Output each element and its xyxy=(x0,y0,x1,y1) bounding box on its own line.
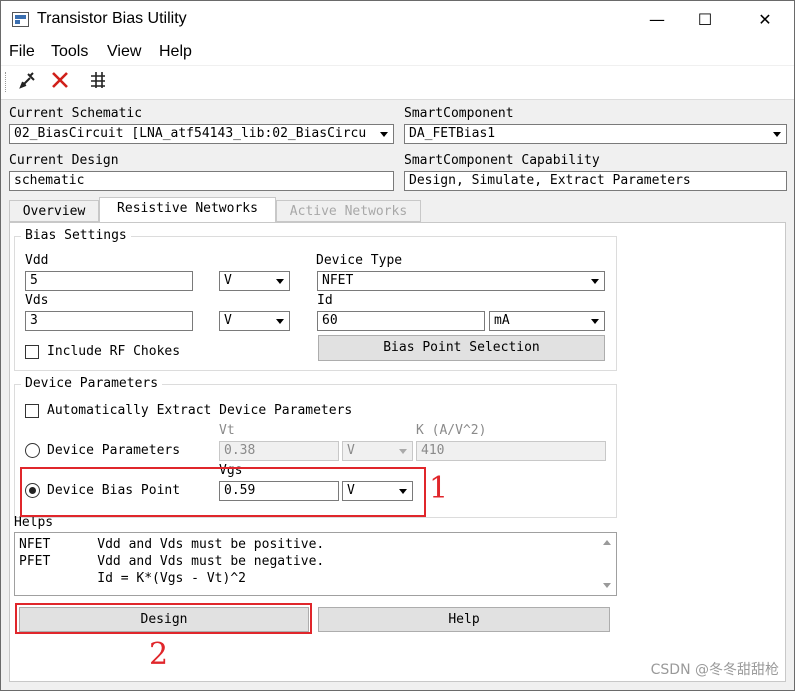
scroll-up-icon[interactable] xyxy=(603,540,611,545)
app-icon xyxy=(12,12,29,27)
help-line: Id = K*(Vgs - Vt)^2 xyxy=(19,571,246,586)
annotation-box-2 xyxy=(15,603,312,634)
network-icon[interactable] xyxy=(86,70,110,94)
help-button[interactable]: Help xyxy=(318,607,610,632)
include-rf-chokes-label: Include RF Chokes xyxy=(47,344,181,359)
device-parameters-radio[interactable] xyxy=(25,443,40,458)
include-rf-chokes-checkbox[interactable] xyxy=(25,345,39,359)
current-design-field[interactable]: schematic xyxy=(9,171,394,191)
watermark: CSDN @冬冬甜甜枪 xyxy=(650,662,779,678)
chevron-down-icon xyxy=(380,132,388,137)
chevron-down-icon xyxy=(276,319,284,324)
tab-resistive-networks[interactable]: Resistive Networks xyxy=(99,197,276,222)
id-unit-select[interactable]: mA xyxy=(489,311,605,331)
tab-overview[interactable]: Overview xyxy=(9,200,99,222)
device-parameters-radio-label: Device Parameters xyxy=(47,443,181,458)
k-input[interactable]: 410 xyxy=(416,441,606,461)
menu-tools[interactable]: Tools xyxy=(51,43,88,61)
help-line: PFET Vdd and Vds must be negative. xyxy=(19,554,325,569)
helps-title: Helps xyxy=(14,515,54,530)
device-type-label: Device Type xyxy=(316,253,403,268)
id-label: Id xyxy=(317,293,333,308)
vt-input[interactable]: 0.38 xyxy=(219,441,339,461)
vt-label: Vt xyxy=(219,423,235,438)
smart-component-value: DA_FETBias1 xyxy=(409,126,496,141)
menu-help[interactable]: Help xyxy=(159,43,192,61)
smart-component-combo[interactable]: DA_FETBias1 xyxy=(404,124,787,144)
vdd-unit-value: V xyxy=(224,273,232,288)
vt-unit-select[interactable]: V xyxy=(342,441,413,461)
helps-textarea[interactable]: NFET Vdd and Vds must be positive. PFET … xyxy=(14,532,617,596)
chevron-down-icon xyxy=(399,449,407,454)
annotation-box-1 xyxy=(20,467,426,517)
title-bar: Transistor Bias Utility — ☐ ✕ xyxy=(1,1,794,39)
auto-extract-label: Automatically Extract Device Parameters xyxy=(47,403,353,418)
current-schematic-label: Current Schematic xyxy=(9,106,143,121)
main-window: Transistor Bias Utility — ☐ ✕ File Tools… xyxy=(0,0,795,691)
window-title: Transistor Bias Utility xyxy=(37,10,187,27)
tune-icon[interactable] xyxy=(16,70,40,94)
current-design-label: Current Design xyxy=(9,153,119,168)
vds-label: Vds xyxy=(25,293,49,308)
current-schematic-combo[interactable]: 02_BiasCircuit [LNA_atf54143_lib:02_Bias… xyxy=(9,124,394,144)
current-schematic-value: 02_BiasCircuit [LNA_atf54143_lib:02_Bias… xyxy=(14,126,367,141)
menu-file[interactable]: File xyxy=(9,43,35,61)
chevron-down-icon xyxy=(591,279,599,284)
device-type-value: NFET xyxy=(322,273,354,288)
bias-point-selection-button[interactable]: Bias Point Selection xyxy=(318,335,605,361)
tab-active-networks[interactable]: Active Networks xyxy=(276,200,421,222)
toolbar xyxy=(1,66,794,100)
id-unit-value: mA xyxy=(494,313,510,328)
vds-unit-select[interactable]: V xyxy=(219,311,290,331)
scroll-down-icon[interactable] xyxy=(603,583,611,588)
chevron-down-icon xyxy=(276,279,284,284)
device-type-select[interactable]: NFET xyxy=(317,271,605,291)
helps-scrollbar[interactable] xyxy=(599,533,616,595)
annotation-marker-1: 1 xyxy=(429,471,449,506)
vdd-label: Vdd xyxy=(25,253,49,268)
k-label: K (A/V^2) xyxy=(416,423,487,438)
smart-component-label: SmartComponent xyxy=(404,106,514,121)
vdd-unit-select[interactable]: V xyxy=(219,271,290,291)
delete-icon[interactable] xyxy=(48,70,72,94)
vds-input[interactable]: 3 xyxy=(25,311,193,331)
vt-unit-value: V xyxy=(347,443,355,458)
menu-view[interactable]: View xyxy=(107,43,141,61)
help-line: NFET Vdd and Vds must be positive. xyxy=(19,537,325,552)
chevron-down-icon xyxy=(591,319,599,324)
capability-field[interactable]: Design, Simulate, Extract Parameters xyxy=(404,171,787,191)
auto-extract-checkbox[interactable] xyxy=(25,404,39,418)
close-button[interactable]: ✕ xyxy=(742,1,788,39)
vds-unit-value: V xyxy=(224,313,232,328)
toolbar-grip[interactable] xyxy=(5,72,8,92)
annotation-marker-2: 2 xyxy=(149,637,169,672)
menu-bar: File Tools View Help xyxy=(1,39,794,65)
capability-label: SmartComponent Capability xyxy=(404,153,600,168)
device-parameters-title: Device Parameters xyxy=(21,376,163,391)
vdd-input[interactable]: 5 xyxy=(25,271,193,291)
bias-settings-title: Bias Settings xyxy=(21,228,131,243)
maximize-button[interactable]: ☐ xyxy=(682,1,728,39)
id-input[interactable]: 60 xyxy=(317,311,485,331)
minimize-button[interactable]: — xyxy=(634,1,680,39)
chevron-down-icon xyxy=(773,132,781,137)
